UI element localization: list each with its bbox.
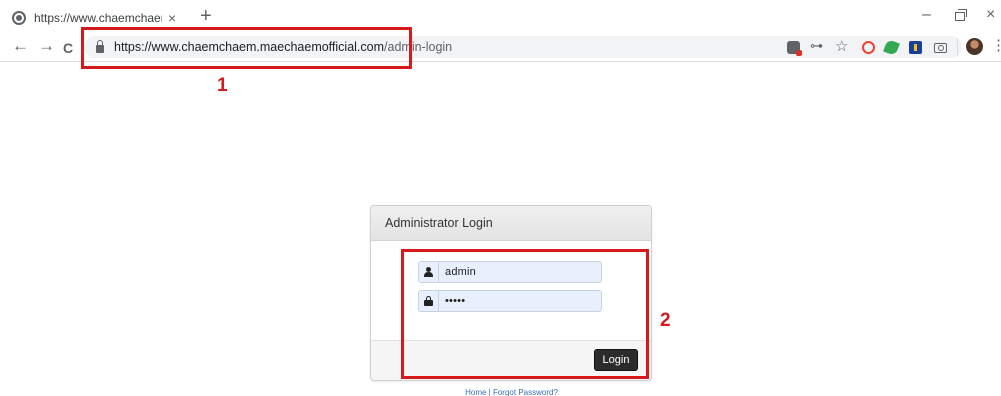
home-link[interactable]: Home xyxy=(465,388,486,396)
annotation-box-1 xyxy=(81,27,412,69)
browser-menu-icon[interactable]: ⋮ xyxy=(991,38,1001,54)
annotation-label-1: 1 xyxy=(217,75,228,96)
annotation-label-2: 2 xyxy=(660,310,671,331)
window-close-button[interactable]: × xyxy=(986,6,995,24)
window-minimize-button[interactable]: – xyxy=(922,6,931,24)
login-panel-title: Administrator Login xyxy=(385,216,493,230)
reload-button[interactable]: C xyxy=(63,39,73,57)
back-button[interactable]: ← xyxy=(12,37,29,55)
globe-icon xyxy=(12,11,26,25)
blocked-content-icon[interactable] xyxy=(787,41,802,56)
key-icon[interactable]: ⊶ xyxy=(810,38,823,54)
profile-avatar[interactable] xyxy=(966,38,983,55)
star-icon[interactable]: ☆ xyxy=(835,37,848,55)
tab-close-icon[interactable]: × xyxy=(168,10,176,26)
camera-icon[interactable] xyxy=(934,43,947,53)
annotation-box-2 xyxy=(401,249,649,379)
footer-links: Home | Forgot Password? xyxy=(0,388,1001,396)
window-restore-icon[interactable] xyxy=(955,9,967,21)
new-tab-button[interactable]: + xyxy=(200,6,212,26)
login-panel-header: Administrator Login xyxy=(371,206,651,241)
extension-info-icon[interactable] xyxy=(909,41,922,54)
forgot-password-link[interactable]: Forgot Password? xyxy=(493,388,558,396)
screen: https://www.chaemchaem.maec × + – × ← → … xyxy=(0,0,1001,396)
tab-title: https://www.chaemchaem.maec xyxy=(34,11,162,25)
toolbar-divider xyxy=(957,39,958,56)
forward-button[interactable]: → xyxy=(38,37,55,55)
extension-red-icon[interactable] xyxy=(862,41,875,54)
